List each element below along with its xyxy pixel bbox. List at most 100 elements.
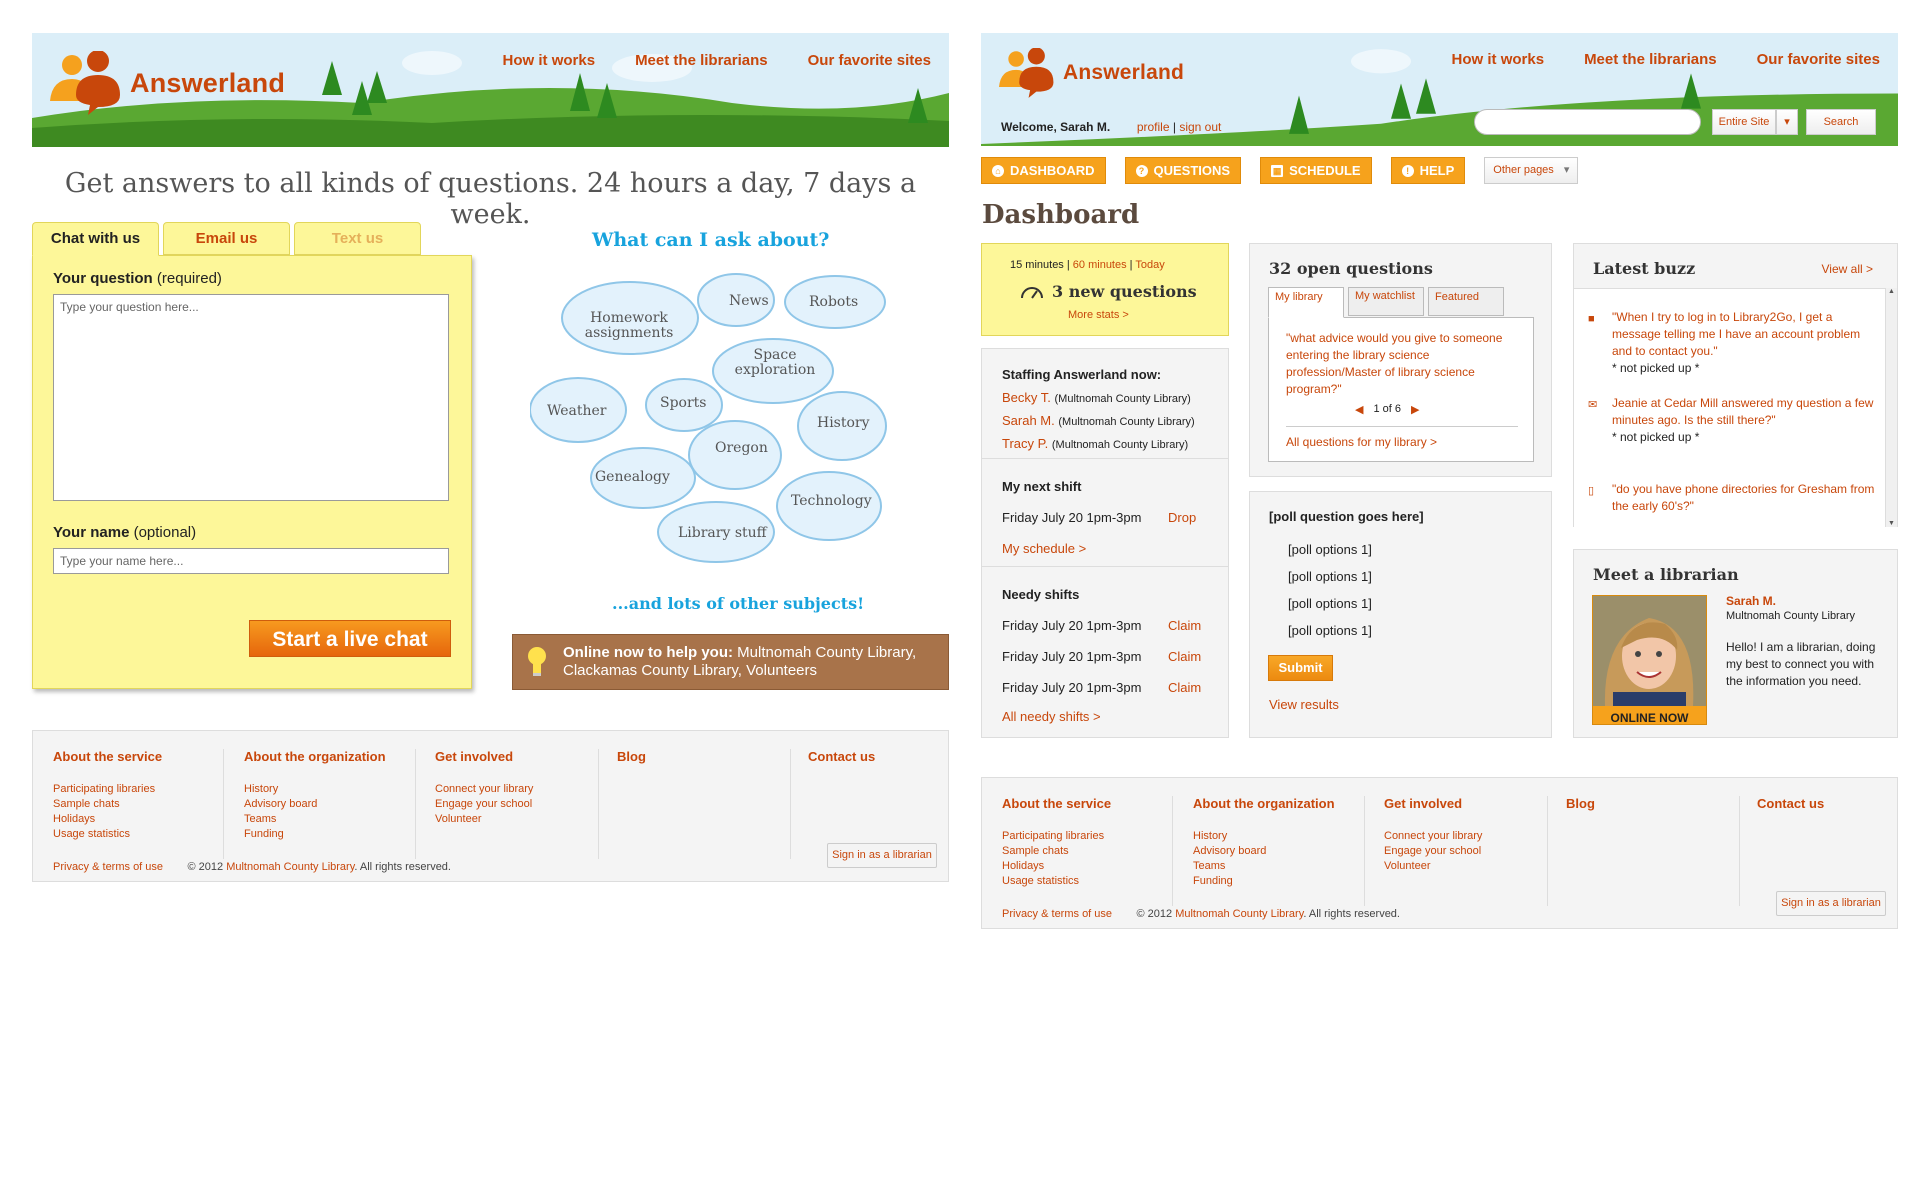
all-needy-shifts-link[interactable]: All needy shifts > <box>1002 709 1101 724</box>
claim-shift-link[interactable]: Claim <box>1168 649 1201 664</box>
footer-link[interactable]: Sample chats <box>1002 844 1111 859</box>
footer-link[interactable]: Engage your school <box>435 797 533 812</box>
signout-link[interactable]: sign out <box>1179 120 1221 134</box>
librarian-photo[interactable]: ONLINE NOW <box>1592 595 1707 725</box>
footer-heading[interactable]: Blog <box>617 749 646 764</box>
footer-link[interactable]: Engage your school <box>1384 844 1482 859</box>
chevron-down-icon[interactable]: ▾ <box>1776 109 1798 135</box>
footer-link[interactable]: Funding <box>1193 874 1335 889</box>
filter-15min[interactable]: 15 minutes <box>1010 259 1064 271</box>
footer-link[interactable]: Participating libraries <box>53 782 162 797</box>
nav-how-it-works[interactable]: How it works <box>503 52 596 69</box>
copyright-org-link[interactable]: Multnomah County Library <box>226 861 354 873</box>
nav-meet-librarians[interactable]: Meet the librarians <box>635 52 768 69</box>
signin-librarian-button[interactable]: Sign in as a librarian <box>827 843 937 868</box>
logo[interactable]: Answerland <box>999 48 1184 98</box>
buzz-text[interactable]: "do you have phone directories for Gresh… <box>1612 481 1878 515</box>
signin-librarian-button[interactable]: Sign in as a librarian <box>1776 891 1886 916</box>
all-questions-link[interactable]: All questions for my library > <box>1286 435 1437 449</box>
nav-help[interactable]: ! HELP <box>1390 157 1466 184</box>
footer-heading[interactable]: About the organization <box>244 749 386 764</box>
footer-link[interactable]: Sample chats <box>53 797 162 812</box>
nav-how-it-works[interactable]: How it works <box>1452 51 1545 68</box>
claim-shift-link[interactable]: Claim <box>1168 680 1201 695</box>
nav-schedule[interactable]: ▦ SCHEDULE <box>1260 157 1372 184</box>
view-all-link[interactable]: View all > <box>1822 262 1873 276</box>
tab-email[interactable]: Email us <box>163 222 290 255</box>
prev-arrow-icon[interactable]: ◀ <box>1355 403 1363 416</box>
search-input[interactable] <box>1474 109 1701 135</box>
footer-link[interactable]: Volunteer <box>435 812 533 827</box>
footer-heading[interactable]: Get involved <box>435 749 533 764</box>
tab-my-library[interactable]: My library <box>1268 287 1344 318</box>
filter-today[interactable]: Today <box>1135 259 1164 271</box>
footer-heading[interactable]: About the organization <box>1193 796 1335 811</box>
privacy-link[interactable]: Privacy & terms of use <box>1002 908 1112 920</box>
topic-weather[interactable]: Weather <box>547 404 607 419</box>
footer-link[interactable]: Holidays <box>53 812 162 827</box>
search-button[interactable]: Search <box>1806 109 1876 135</box>
topic-oregon[interactable]: Oregon <box>715 441 768 456</box>
profile-link[interactable]: profile <box>1137 120 1170 134</box>
view-results-link[interactable]: View results <box>1269 697 1339 712</box>
start-chat-button[interactable]: Start a live chat <box>249 620 451 657</box>
name-input[interactable]: Type your name here... <box>53 548 449 574</box>
topic-genealogy[interactable]: Genealogy <box>595 470 670 485</box>
nav-meet-librarians[interactable]: Meet the librarians <box>1584 51 1717 68</box>
poll-option[interactable]: [poll options 1] <box>1288 590 1372 617</box>
nav-favorite-sites[interactable]: Our favorite sites <box>1757 51 1880 68</box>
filter-60min[interactable]: 60 minutes <box>1073 259 1127 271</box>
poll-option[interactable]: [poll options 1] <box>1288 536 1372 563</box>
nav-dashboard[interactable]: ⌂ DASHBOARD <box>981 157 1106 184</box>
next-arrow-icon[interactable]: ▶ <box>1411 403 1419 416</box>
footer-link[interactable]: Funding <box>244 827 386 842</box>
footer-link[interactable]: Holidays <box>1002 859 1111 874</box>
footer-link[interactable]: Connect your library <box>435 782 533 797</box>
topic-history[interactable]: History <box>817 416 870 431</box>
search-scope-select[interactable]: Entire Site <box>1712 109 1776 135</box>
footer-link[interactable]: Usage statistics <box>53 827 162 842</box>
footer-heading[interactable]: Contact us <box>1757 796 1824 811</box>
claim-shift-link[interactable]: Claim <box>1168 618 1201 633</box>
footer-heading[interactable]: Blog <box>1566 796 1595 811</box>
drop-shift-link[interactable]: Drop <box>1168 510 1196 525</box>
featured-question[interactable]: "what advice would you give to someone e… <box>1286 330 1518 398</box>
buzz-scrollbar[interactable]: ▲ ▼ <box>1885 288 1897 527</box>
tab-text[interactable]: Text us <box>294 222 421 255</box>
privacy-link[interactable]: Privacy & terms of use <box>53 861 163 873</box>
topic-technology[interactable]: Technology <box>791 494 872 509</box>
question-textarea[interactable]: Type your question here... <box>53 294 449 501</box>
footer-link[interactable]: Advisory board <box>244 797 386 812</box>
footer-heading[interactable]: About the service <box>1002 796 1111 811</box>
footer-link[interactable]: History <box>244 782 386 797</box>
footer-heading[interactable]: About the service <box>53 749 162 764</box>
staff-name[interactable]: Becky T. <box>1002 390 1051 405</box>
poll-submit-button[interactable]: Submit <box>1268 655 1333 681</box>
topic-library-stuff[interactable]: Library stuff <box>678 526 767 541</box>
nav-favorite-sites[interactable]: Our favorite sites <box>808 52 931 69</box>
nav-questions[interactable]: ? QUESTIONS <box>1124 157 1242 184</box>
footer-link[interactable]: Teams <box>1193 859 1335 874</box>
poll-option[interactable]: [poll options 1] <box>1288 617 1372 644</box>
other-pages-select[interactable]: Other pages ▾ <box>1484 157 1579 184</box>
footer-link[interactable]: Teams <box>244 812 386 827</box>
footer-link[interactable]: History <box>1193 829 1335 844</box>
poll-option[interactable]: [poll options 1] <box>1288 563 1372 590</box>
topic-sports[interactable]: Sports <box>660 396 706 411</box>
tab-chat[interactable]: Chat with us <box>32 222 159 256</box>
footer-heading[interactable]: Get involved <box>1384 796 1482 811</box>
librarian-name[interactable]: Sarah M. <box>1726 594 1776 608</box>
topic-homework[interactable]: Homework assignments <box>573 311 685 341</box>
logo[interactable]: Answerland <box>50 51 285 115</box>
buzz-text[interactable]: "When I try to log in to Library2Go, I g… <box>1612 309 1878 360</box>
topic-space[interactable]: Space exploration <box>725 348 825 378</box>
footer-link[interactable]: Usage statistics <box>1002 874 1111 889</box>
my-schedule-link[interactable]: My schedule > <box>1002 541 1086 556</box>
staff-name[interactable]: Sarah M. <box>1002 413 1055 428</box>
footer-heading[interactable]: Contact us <box>808 749 875 764</box>
topic-news[interactable]: News <box>729 294 769 309</box>
copyright-org-link[interactable]: Multnomah County Library <box>1175 908 1303 920</box>
footer-link[interactable]: Advisory board <box>1193 844 1335 859</box>
topic-robots[interactable]: Robots <box>809 295 858 310</box>
buzz-text[interactable]: Jeanie at Cedar Mill answered my questio… <box>1612 395 1878 429</box>
